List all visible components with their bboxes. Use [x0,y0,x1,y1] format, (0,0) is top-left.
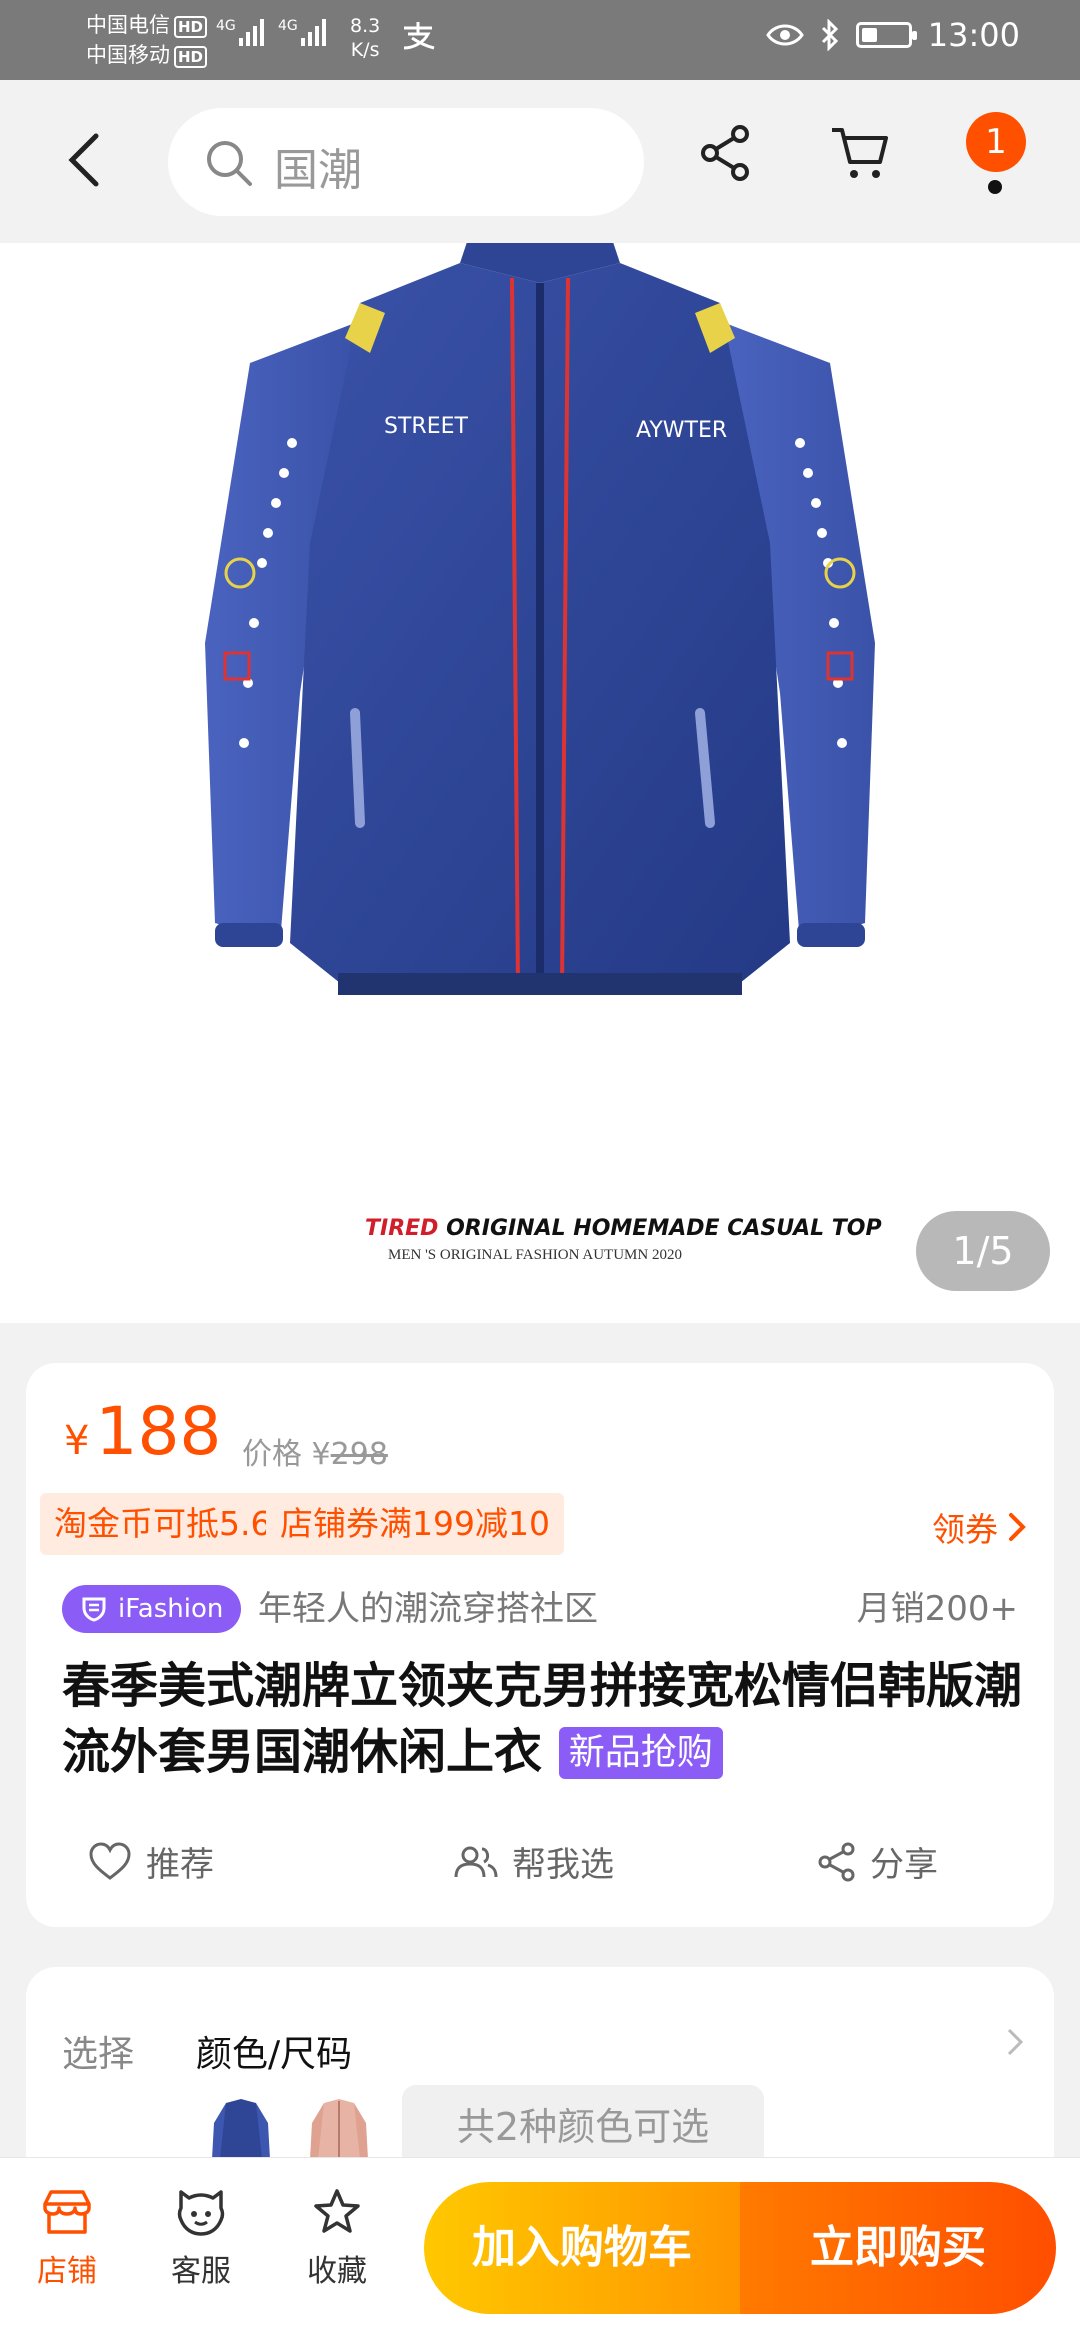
signal-icon-1: 4G [216,18,264,46]
alipay-icon [400,20,436,58]
hd-badge-1: HD [174,16,208,38]
caption-red: TIRED [365,1216,439,1241]
original-price-currency: ¥ [311,1437,331,1472]
new-arrival-tag: 新品抢购 [558,1727,723,1779]
carrier-2: 中国移动 [86,43,170,67]
customer-service-icon [177,2190,225,2236]
status-bar: 中国电信 HD 中国移动 HD 4G 4G 8.3 K/s 13:00 [0,0,1080,80]
store-label: 店铺 [37,2254,97,2289]
chevron-right-icon [1007,2028,1024,2056]
recommend-label: 推荐 [146,1845,214,1885]
chevron-right-icon [1009,1513,1026,1541]
search-bar[interactable]: 国潮 [168,108,644,216]
get-coupon-label: 领券 [932,1510,998,1549]
store-coupon-chip[interactable]: 店铺券满199减10 [266,1493,564,1555]
share-icon [818,1842,855,1881]
ifashion-logo-icon [82,1597,106,1622]
buy-now-button[interactable]: 立即购买 [740,2182,1056,2314]
select-value: 颜色/尺码 [196,2034,353,2075]
cart-badge[interactable]: 1 [966,112,1026,172]
recommend-button[interactable]: 推荐 [88,1837,214,1886]
store-tab[interactable]: 店铺 [12,2188,122,2290]
price-currency: ¥ [64,1418,90,1464]
speed-unit: K/s [350,39,380,61]
price: ¥ 188 [64,1393,221,1470]
get-coupon-button[interactable]: 领券 [932,1503,1026,1551]
share-icon[interactable] [700,124,752,182]
clock: 13:00 [927,16,1020,54]
network-speed: 8.3 K/s [350,14,380,62]
eye-icon [765,24,804,46]
share-action-button[interactable]: 分享 [818,1837,938,1886]
status-right: 13:00 [765,16,1020,54]
image-caption: TIRED ORIGINAL HOMEMADE CASUAL TOP [365,1216,882,1241]
jacket-text-right: AYWTER [636,418,727,443]
top-nav: 国潮 1 [0,80,1080,243]
select-label: 选择 [62,2034,135,2075]
search-placeholder: 国潮 [274,145,362,196]
favorite-label: 收藏 [307,2254,367,2289]
favorite-tab[interactable]: 收藏 [282,2188,392,2290]
share-label: 分享 [870,1845,938,1885]
product-info-card: ¥ 188 价格 ¥298 淘金币可抵5.64元 店铺券满199减10 领券 i… [26,1363,1054,1927]
help-choose-button[interactable]: 帮我选 [454,1837,614,1886]
store-icon [43,2190,91,2234]
network-type-1: 4G [216,18,236,34]
ifashion-slogan: 年轻人的潮流穿搭社区 [258,1589,598,1629]
battery-icon [855,22,917,48]
bottom-action-bar: 店铺 客服 收藏 加入购物车 立即购买 [0,2157,1080,2340]
carrier-1: 中国电信 [86,13,170,37]
hd-badge-2: HD [174,46,208,68]
jacket-text-left: STREET [384,414,468,439]
product-image-gallery[interactable]: STREET AYWTER TIRED ORIGINAL HOMEMADE CA… [0,243,1080,1323]
service-tab[interactable]: 客服 [146,2188,256,2290]
help-choose-label: 帮我选 [512,1845,614,1885]
original-price: 价格 ¥298 [242,1429,388,1473]
cart-icon[interactable] [830,124,890,182]
ifashion-label: iFashion [118,1594,224,1624]
ifashion-tag[interactable]: iFashion [62,1585,242,1633]
people-icon [454,1846,498,1877]
service-label: 客服 [171,2254,231,2289]
back-icon[interactable] [60,130,110,190]
carrier-info: 中国电信 HD 中国移动 HD [86,10,208,70]
product-title: 春季美式潮牌立领夹克男拼接宽松情侣韩版潮流外套男国潮休闲上衣 新品抢购 [62,1653,1022,1785]
price-value: 188 [95,1393,222,1470]
heart-icon [89,1841,131,1880]
image-subcaption: MEN 'S ORIGINAL FASHION AUTUMN 2020 [388,1247,682,1263]
network-type-2: 4G [278,18,298,34]
monthly-sales: 月销200+ [856,1589,1018,1629]
jacket-image: STREET AYWTER [205,243,875,995]
speed-value: 8.3 [350,15,381,37]
more-menu-dot[interactable] [988,180,1002,194]
star-icon [314,2189,360,2233]
product-title-text: 春季美式潮牌立领夹克男拼接宽松情侣韩版潮流外套男国潮休闲上衣 [62,1658,1023,1780]
signal-icon-2: 4G [278,18,326,46]
bluetooth-icon [821,19,838,51]
original-price-label: 价格 [242,1437,302,1472]
original-price-value: 298 [330,1437,388,1472]
caption-main: ORIGINAL HOMEMADE CASUAL TOP [446,1216,882,1241]
image-pager: 1/5 [916,1211,1050,1291]
add-to-cart-button[interactable]: 加入购物车 [424,2182,740,2314]
search-icon [207,141,252,186]
